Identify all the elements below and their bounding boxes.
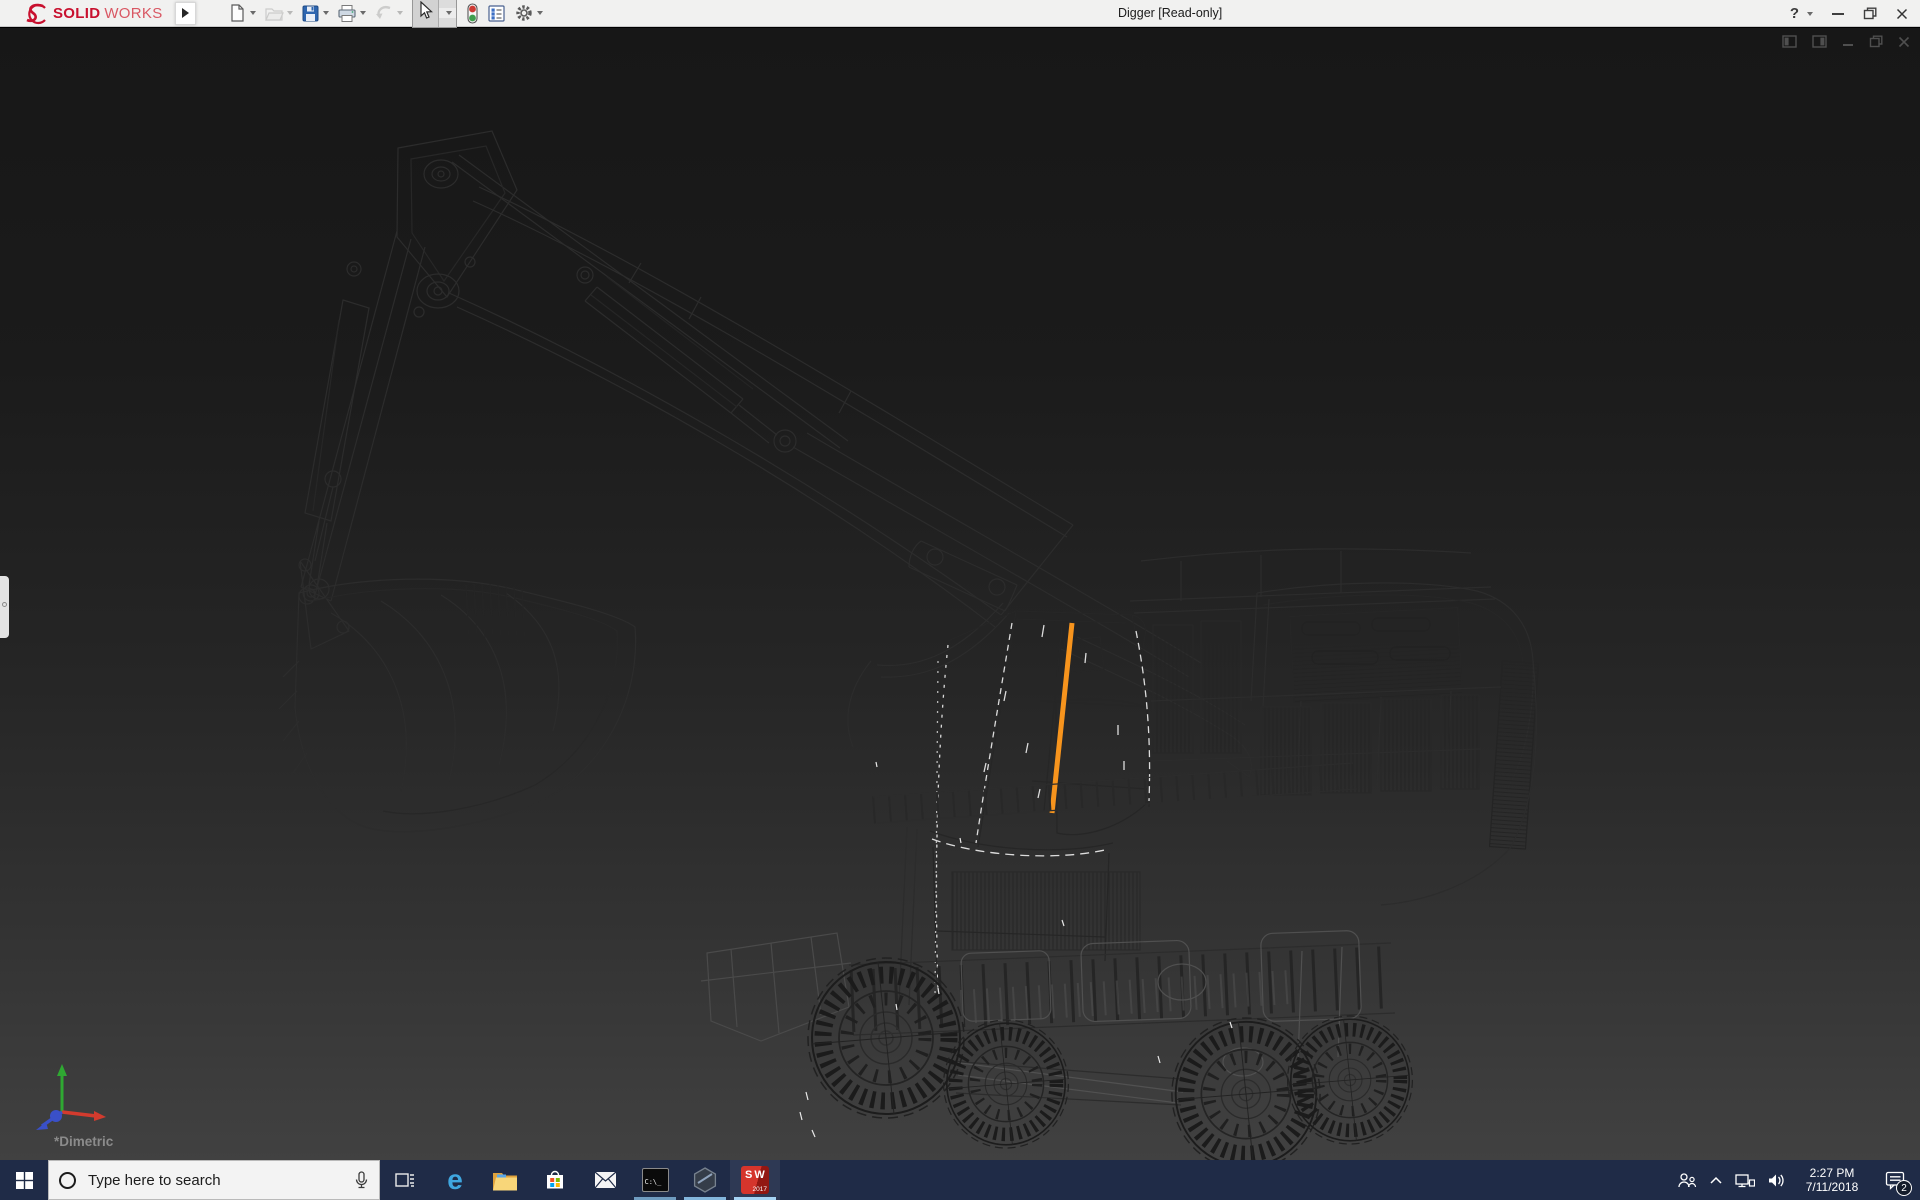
pane-right-button[interactable] <box>1812 35 1827 48</box>
doc-close-button[interactable] <box>1898 36 1910 48</box>
rebuild-traffic-light-icon <box>466 3 479 24</box>
open-folder-icon <box>264 3 284 23</box>
open-dropdown-caret[interactable] <box>287 11 293 15</box>
options-button[interactable] <box>510 1 547 25</box>
pane-left-button[interactable] <box>1782 35 1797 48</box>
taskbar-item-file-explorer[interactable] <box>480 1160 530 1200</box>
minimize-button[interactable] <box>1832 13 1844 15</box>
new-document-icon <box>228 3 247 23</box>
quick-toolbar <box>224 0 547 28</box>
action-center-button[interactable]: 2 <box>1878 1160 1912 1200</box>
print-icon <box>337 4 357 23</box>
flyout-arrow-icon <box>182 8 189 18</box>
print-button[interactable] <box>333 2 370 25</box>
cortana-icon <box>59 1172 76 1189</box>
save-dropdown-caret[interactable] <box>323 11 329 15</box>
undo-icon <box>374 4 394 22</box>
wireframe-geometry <box>279 131 1538 1160</box>
select-cursor-icon <box>417 1 434 20</box>
wheels <box>808 958 1412 1160</box>
doc-minimize-button[interactable] <box>1842 36 1854 48</box>
speaker-icon[interactable] <box>1767 1172 1786 1189</box>
help-button[interactable]: ? <box>1790 5 1813 22</box>
print-dropdown-caret[interactable] <box>360 11 366 15</box>
new-dropdown-caret[interactable] <box>250 11 256 15</box>
network-icon[interactable] <box>1735 1172 1755 1189</box>
titlebar: SOLIDWORKS <box>0 0 1920 27</box>
help-dropdown-caret <box>1807 12 1813 16</box>
brand-solid-text: SOLID <box>53 5 100 22</box>
taskbar-item-store[interactable] <box>530 1160 580 1200</box>
people-icon[interactable] <box>1677 1171 1697 1189</box>
notification-badge: 2 <box>1896 1180 1912 1196</box>
edge-icon: e <box>447 1166 463 1194</box>
feature-panel-flyout-tab[interactable] <box>0 576 9 638</box>
taskbar-item-hex-app[interactable] <box>680 1160 730 1200</box>
flyout-tab-icon <box>2 602 7 607</box>
new-document-button[interactable] <box>224 1 260 25</box>
window-controls: ? <box>1790 0 1908 27</box>
start-button[interactable] <box>0 1160 48 1200</box>
document-properties-button[interactable] <box>483 2 510 25</box>
options-dropdown-caret[interactable] <box>537 11 543 15</box>
solidworks-logo-mark <box>22 1 49 25</box>
restore-icon <box>1863 7 1877 20</box>
menu-flyout-button[interactable] <box>175 2 196 25</box>
search-input[interactable] <box>88 1172 354 1189</box>
clock-time: 2:27 PM <box>1798 1166 1866 1180</box>
select-tool-group <box>412 0 457 28</box>
document-window-controls <box>1782 35 1910 48</box>
task-view-icon <box>395 1170 415 1190</box>
rebuild-button[interactable] <box>462 1 483 26</box>
undo-button[interactable] <box>370 2 407 24</box>
solidworks-logo: SOLIDWORKS <box>22 1 163 25</box>
undo-dropdown-caret[interactable] <box>397 11 403 15</box>
window-title: Digger [Read-only] <box>1118 0 1222 27</box>
taskbar-item-edge[interactable]: e <box>430 1160 480 1200</box>
hidden-icons-chevron[interactable] <box>1709 1175 1723 1185</box>
file-explorer-icon <box>492 1170 518 1191</box>
select-caret-icon <box>446 11 452 15</box>
excavator-wireframe-model[interactable] <box>0 28 1920 1160</box>
microphone-icon[interactable] <box>354 1171 369 1190</box>
close-button[interactable] <box>1896 8 1908 20</box>
save-button[interactable] <box>297 2 333 25</box>
taskbar-clock[interactable]: 2:27 PM 7/11/2018 <box>1798 1166 1866 1194</box>
command-prompt-icon: C:\_ <box>642 1168 669 1192</box>
taskbar: e C: <box>0 1160 1920 1200</box>
save-floppy-icon <box>301 4 320 23</box>
orientation-triad <box>18 1060 118 1136</box>
mail-icon <box>594 1171 617 1189</box>
open-button[interactable] <box>260 1 297 25</box>
taskbar-search[interactable] <box>48 1160 380 1200</box>
system-tray: 2:27 PM 7/11/2018 2 <box>1677 1160 1920 1200</box>
task-view-button[interactable] <box>380 1160 430 1200</box>
taskbar-item-cmd[interactable]: C:\_ <box>630 1160 680 1200</box>
taskbar-item-mail[interactable] <box>580 1160 630 1200</box>
doc-restore-button[interactable] <box>1869 35 1883 48</box>
restore-button[interactable] <box>1863 7 1877 20</box>
brand-works-text: WORKS <box>104 5 162 22</box>
document-properties-icon <box>487 4 506 23</box>
select-dropdown-caret[interactable] <box>439 8 456 18</box>
view-orientation-label: *Dimetric <box>54 1134 113 1149</box>
graphics-area[interactable]: *Dimetric <box>0 28 1920 1160</box>
select-tool-button[interactable] <box>413 0 439 27</box>
solidworks-window: SOLIDWORKS <box>0 0 1920 1200</box>
options-gear-icon <box>514 3 534 23</box>
windows-logo-icon <box>16 1172 33 1189</box>
help-icon: ? <box>1790 5 1799 22</box>
hexagon-3d-app-icon <box>691 1166 719 1194</box>
solidworks-2017-icon: SW 2017 <box>741 1166 769 1194</box>
microsoft-store-icon <box>544 1169 566 1191</box>
taskbar-item-solidworks[interactable]: SW 2017 <box>730 1160 780 1200</box>
clock-date: 7/11/2018 <box>1798 1180 1866 1194</box>
minimize-icon <box>1832 13 1844 15</box>
close-icon <box>1896 8 1908 20</box>
